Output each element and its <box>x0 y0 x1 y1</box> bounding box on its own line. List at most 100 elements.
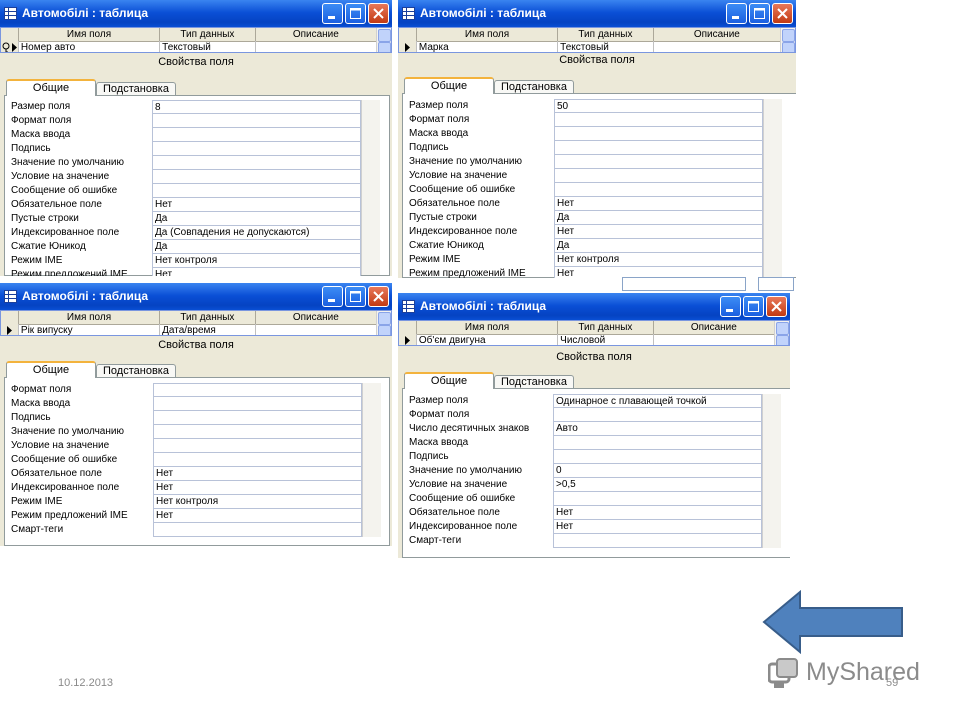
tab-general[interactable]: Общие <box>404 77 494 94</box>
properties-scrollbar[interactable] <box>362 383 381 537</box>
property-value[interactable]: Нет <box>553 520 762 534</box>
property-value[interactable] <box>153 425 362 439</box>
property-value[interactable]: Нет <box>152 198 361 212</box>
title-bar[interactable]: Автомобілі : таблица <box>0 0 392 28</box>
property-value[interactable]: Авто <box>553 422 762 436</box>
property-value[interactable] <box>152 114 361 128</box>
property-value[interactable] <box>152 170 361 184</box>
scroll-up-icon[interactable] <box>776 322 789 335</box>
property-value[interactable] <box>553 534 762 548</box>
row-selector[interactable] <box>1 324 19 335</box>
properties-scrollbar[interactable] <box>762 394 781 548</box>
column-header-description[interactable]: Описание <box>654 321 775 334</box>
description-cell[interactable] <box>654 41 781 52</box>
title-bar[interactable]: Автомобілі : таблица <box>0 283 392 311</box>
maximize-button[interactable] <box>345 286 366 307</box>
property-value[interactable]: 8 <box>152 100 361 114</box>
property-value[interactable] <box>554 169 763 183</box>
data-type-cell[interactable]: Дата/время <box>160 324 256 335</box>
column-header-type[interactable]: Тип данных <box>558 321 654 334</box>
table-row[interactable]: Марка Текстовый <box>399 41 781 52</box>
row-selector[interactable] <box>399 334 417 345</box>
field-name-cell[interactable]: Об'єм двигуна <box>417 334 559 345</box>
property-value[interactable] <box>152 128 361 142</box>
property-value[interactable]: Нет <box>553 506 762 520</box>
close-button[interactable] <box>368 286 389 307</box>
tab-general[interactable]: Общие <box>6 361 96 378</box>
property-value[interactable]: Да <box>152 212 361 226</box>
title-bar[interactable]: Автомобілі : таблица <box>398 293 790 321</box>
property-value[interactable] <box>152 156 361 170</box>
property-value[interactable]: Нет контроля <box>554 253 763 267</box>
column-header-description[interactable]: Описание <box>256 28 377 41</box>
field-name-cell[interactable]: Номер авто <box>19 41 161 52</box>
scroll-thumb[interactable] <box>782 42 795 52</box>
column-header-type[interactable]: Тип данных <box>160 311 256 324</box>
column-header-name[interactable]: Имя поля <box>19 311 161 324</box>
property-value[interactable]: >0,5 <box>553 478 762 492</box>
column-header-description[interactable]: Описание <box>256 311 377 324</box>
grid-scrollbar[interactable] <box>376 311 391 335</box>
property-value[interactable] <box>554 113 763 127</box>
property-value[interactable] <box>153 453 362 467</box>
property-value[interactable]: Да <box>152 240 361 254</box>
back-arrow-button[interactable] <box>762 590 906 654</box>
column-header-name[interactable]: Имя поля <box>417 321 559 334</box>
minimize-button[interactable] <box>726 3 747 24</box>
data-type-cell[interactable]: Текстовый <box>558 41 654 52</box>
description-cell[interactable] <box>256 324 378 335</box>
scroll-thumb[interactable] <box>378 42 391 52</box>
arrow-shape[interactable] <box>762 590 903 654</box>
column-header-name[interactable]: Имя поля <box>417 28 559 41</box>
property-value[interactable] <box>152 142 361 156</box>
grid-scrollbar[interactable] <box>774 321 789 345</box>
scroll-up-icon[interactable] <box>378 29 391 42</box>
property-value[interactable] <box>553 436 762 450</box>
tab-general[interactable]: Общие <box>404 372 494 389</box>
maximize-button[interactable] <box>749 3 770 24</box>
minimize-button[interactable] <box>322 286 343 307</box>
tab-lookup[interactable]: Подстановка <box>494 375 574 388</box>
property-value[interactable]: Нет <box>152 268 361 276</box>
property-value[interactable]: Нет <box>554 225 763 239</box>
description-cell[interactable] <box>654 334 776 345</box>
property-value[interactable] <box>554 155 763 169</box>
property-value[interactable]: Нет <box>153 467 362 481</box>
scroll-up-icon[interactable] <box>378 312 391 325</box>
close-button[interactable] <box>772 3 793 24</box>
maximize-button[interactable] <box>345 3 366 24</box>
column-header-type[interactable]: Тип данных <box>558 28 654 41</box>
property-value[interactable] <box>553 450 762 464</box>
table-row[interactable]: Номер авто Текстовый <box>1 41 378 52</box>
property-value[interactable]: 0 <box>553 464 762 478</box>
description-cell[interactable] <box>256 41 378 52</box>
properties-scrollbar[interactable] <box>361 100 380 275</box>
close-button[interactable] <box>766 296 787 317</box>
property-value[interactable] <box>153 411 362 425</box>
properties-scrollbar[interactable] <box>763 99 782 277</box>
property-value[interactable] <box>153 523 362 537</box>
tab-general[interactable]: Общие <box>6 79 96 96</box>
maximize-button[interactable] <box>743 296 764 317</box>
minimize-button[interactable] <box>720 296 741 317</box>
tab-lookup[interactable]: Подстановка <box>96 82 176 95</box>
property-value[interactable]: Нет <box>554 197 763 211</box>
table-row[interactable]: Рік випуску Дата/время <box>1 324 378 335</box>
scroll-thumb[interactable] <box>378 325 391 335</box>
minimize-button[interactable] <box>322 3 343 24</box>
tab-lookup[interactable]: Подстановка <box>96 364 176 377</box>
column-header-type[interactable]: Тип данных <box>160 28 256 41</box>
field-name-cell[interactable]: Рік випуску <box>19 324 161 335</box>
field-name-cell[interactable]: Марка <box>417 41 559 52</box>
property-value[interactable] <box>152 184 361 198</box>
title-bar[interactable]: Автомобілі : таблица <box>398 0 796 28</box>
close-button[interactable] <box>368 3 389 24</box>
row-selector[interactable] <box>1 41 19 52</box>
grid-scrollbar[interactable] <box>780 28 795 52</box>
property-value[interactable]: Одинарное с плавающей точкой <box>553 394 762 408</box>
property-value[interactable]: Да <box>554 239 763 253</box>
scroll-up-icon[interactable] <box>782 29 795 42</box>
grid-scrollbar[interactable] <box>376 28 391 52</box>
data-type-cell[interactable]: Числовой <box>558 334 654 345</box>
property-value[interactable] <box>153 397 362 411</box>
